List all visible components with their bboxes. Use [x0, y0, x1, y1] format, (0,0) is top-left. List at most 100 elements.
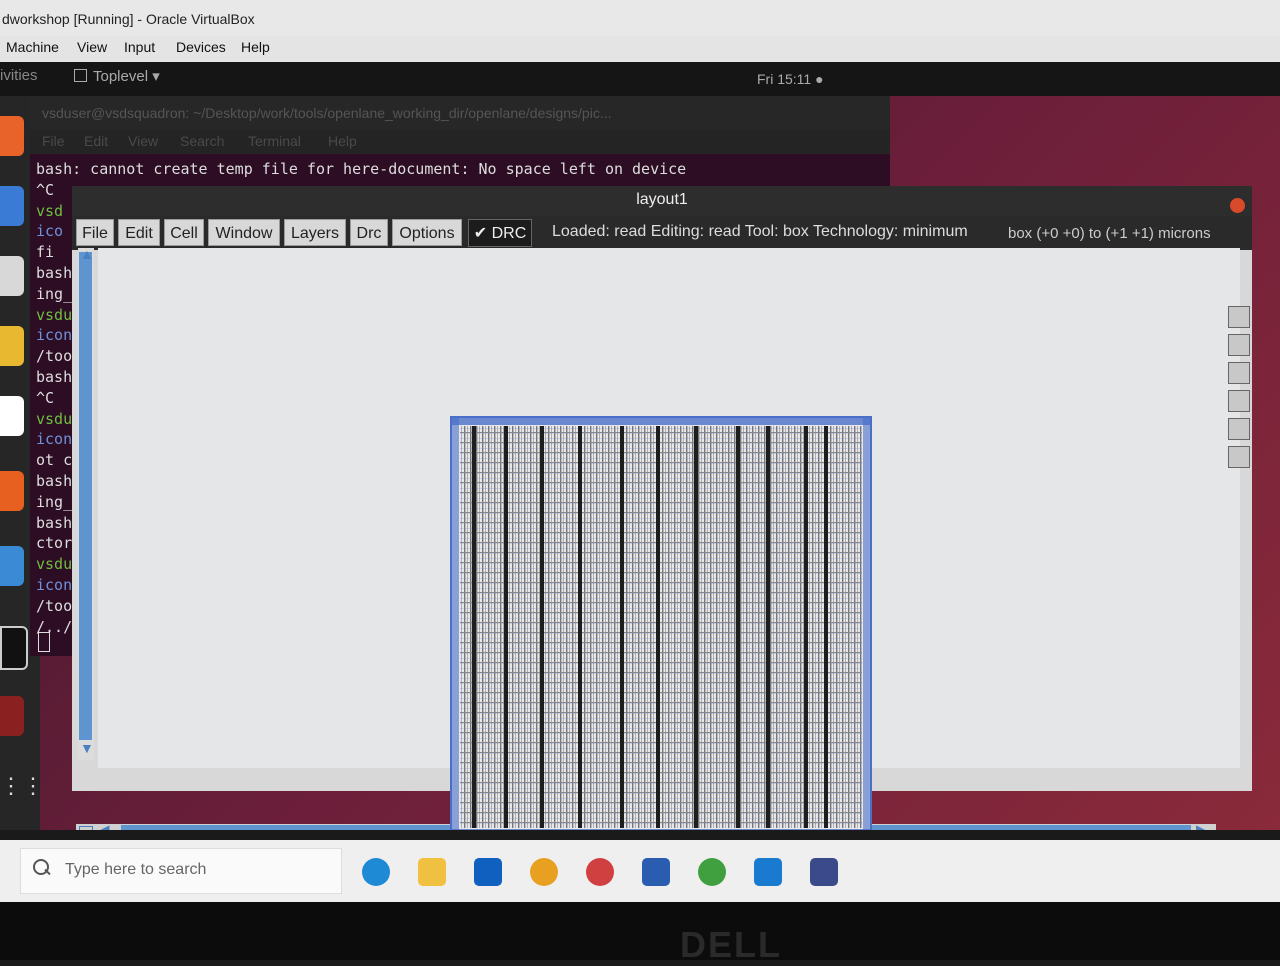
arrow-down-icon[interactable]: ▼ — [80, 740, 94, 756]
rhythmbox-icon[interactable] — [0, 326, 24, 366]
terminal-line: bash — [36, 368, 73, 386]
drc-toggle[interactable]: ✔ DRC — [468, 219, 532, 247]
virtualbox-icon[interactable] — [810, 858, 838, 886]
terminal-menu-view[interactable]: View — [128, 133, 158, 149]
activities-button[interactable]: ivities — [0, 67, 38, 84]
terminal-line: /too — [36, 596, 73, 615]
terminal-menu-file[interactable]: File — [42, 133, 65, 149]
terminal-menu-edit[interactable]: Edit — [84, 133, 108, 149]
layer-swatch[interactable] — [1228, 418, 1250, 440]
layer-swatch[interactable] — [1228, 334, 1250, 356]
status-text: Loaded: read Editing: read Tool: box Tec… — [552, 223, 968, 240]
vertical-scrollbar[interactable]: ▲ ▼ — [78, 246, 94, 760]
toplevel-label: Toplevel — [93, 68, 149, 85]
layer-swatch[interactable] — [1228, 446, 1250, 468]
app-icon[interactable] — [0, 696, 24, 736]
search-icon-handle — [44, 868, 51, 876]
arrow-up-icon[interactable]: ▲ — [80, 246, 94, 262]
terminal-line: ing_ — [36, 492, 73, 511]
menu-cell[interactable]: Cell — [164, 219, 204, 246]
terminal-line: vsdu — [36, 409, 73, 428]
vbox-menu-view[interactable]: View — [77, 39, 107, 55]
terminal-line: ctor — [36, 534, 73, 553]
close-icon[interactable] — [1230, 198, 1245, 213]
checkmark-icon: ✔ — [473, 225, 488, 242]
terminal-line: icon — [36, 326, 73, 345]
terminal-line: vsd — [36, 201, 64, 220]
files-icon[interactable] — [0, 256, 24, 296]
arrow-right-icon[interactable]: ▶ — [1196, 821, 1208, 830]
chip-layout — [450, 416, 872, 830]
layout-drawing — [452, 418, 870, 830]
terminal-line: icon — [36, 430, 73, 449]
vbox-menu-machine[interactable]: Machine — [6, 39, 59, 55]
terminal-title: vsduser@vsdsquadron: ~/Desktop/work/tool… — [30, 96, 890, 130]
arrow-left-icon[interactable]: ◀ — [98, 821, 110, 830]
terminal-line: fi — [36, 243, 55, 262]
chrome-profile-icon[interactable] — [586, 858, 614, 886]
thunderbird-icon[interactable] — [0, 186, 24, 226]
terminal-line: bash — [36, 264, 73, 282]
layout-menubar: File Edit Cell Window Layers Drc Options… — [72, 216, 1252, 250]
menu-options[interactable]: Options — [392, 219, 462, 246]
terminal-line: ico — [36, 222, 64, 241]
terminal-line: bash — [36, 472, 73, 490]
terminal-line: /too — [36, 347, 73, 366]
terminal-line: vsdu — [36, 555, 73, 574]
menu-file[interactable]: File — [76, 219, 114, 246]
terminal-icon[interactable] — [0, 626, 28, 670]
terminal-menu-help[interactable]: Help — [328, 133, 357, 149]
software-icon[interactable] — [0, 471, 24, 511]
help-icon[interactable] — [0, 546, 24, 586]
show-apps-icon[interactable]: ⋮⋮ — [0, 766, 44, 806]
zoom-box-icon[interactable] — [79, 826, 93, 830]
file-explorer-icon[interactable] — [418, 858, 446, 886]
magic-layout-window: layout1 File Edit Cell Window Layers Drc… — [72, 186, 1252, 830]
terminal-line: vsdu — [36, 305, 73, 324]
outlook-icon[interactable] — [474, 858, 502, 886]
writer-icon[interactable] — [0, 396, 24, 436]
windows-taskbar: Type here to search — [0, 840, 1280, 902]
vbox-menu-help[interactable]: Help — [241, 39, 270, 55]
layer-swatch[interactable] — [1228, 306, 1250, 328]
layer-panel — [1228, 306, 1250, 471]
terminal-menu-search[interactable]: Search — [180, 133, 224, 149]
toplevel-menu[interactable]: Toplevel ▾ — [74, 67, 160, 85]
menu-layers[interactable]: Layers — [284, 219, 346, 246]
layer-swatch[interactable] — [1228, 362, 1250, 384]
layer-swatch[interactable] — [1228, 390, 1250, 412]
vbox-menu-devices[interactable]: Devices — [176, 39, 226, 55]
menu-edit[interactable]: Edit — [118, 219, 160, 246]
firefox-icon[interactable] — [0, 116, 24, 156]
terminal-line: ^C — [36, 388, 55, 407]
terminal-menubar: File Edit View Search Terminal Help — [30, 130, 890, 154]
vertical-scroll-thumb[interactable] — [79, 252, 92, 740]
search-placeholder: Type here to search — [65, 861, 207, 878]
guest-screen: ivities Toplevel ▾ Fri 15:11 ● ⋮⋮ vsduse… — [0, 62, 1280, 830]
box-coordinates: box (+0 +0) to (+1 +1) microns — [1008, 225, 1211, 242]
visual-studio-code-icon[interactable] — [754, 858, 782, 886]
terminal-line: ing_ — [36, 284, 73, 303]
edge-icon[interactable] — [362, 858, 390, 886]
drc-toggle-label: DRC — [491, 225, 527, 242]
vbox-window-title: dworkshop [Running] - Oracle VirtualBox — [0, 0, 1280, 38]
terminal-menu-terminal[interactable]: Terminal — [248, 133, 301, 149]
word-icon[interactable] — [642, 858, 670, 886]
gnome-top-bar: ivities Toplevel ▾ Fri 15:11 ● — [0, 62, 1280, 96]
layout-window-title: layout1 — [72, 186, 1252, 218]
clock[interactable]: Fri 15:11 ● — [757, 71, 824, 87]
window-icon — [74, 69, 87, 82]
chrome-profile-2-icon[interactable] — [698, 858, 726, 886]
terminal-cursor — [38, 632, 50, 652]
menu-drc[interactable]: Drc — [350, 219, 388, 246]
search-box[interactable]: Type here to search — [20, 848, 342, 894]
menu-window[interactable]: Window — [208, 219, 280, 246]
terminal-line: bash: cannot create temp file for here-d… — [36, 160, 687, 178]
terminal-line: icon — [36, 576, 73, 594]
vbox-menu-input[interactable]: Input — [124, 39, 155, 55]
terminal-line: ot c — [36, 451, 73, 470]
vbox-menubar: Machine View Input Devices Help — [0, 36, 1280, 62]
terminal-line: bash — [36, 513, 73, 532]
terminal-line: ^C — [36, 180, 55, 199]
chrome-icon[interactable] — [530, 858, 558, 886]
